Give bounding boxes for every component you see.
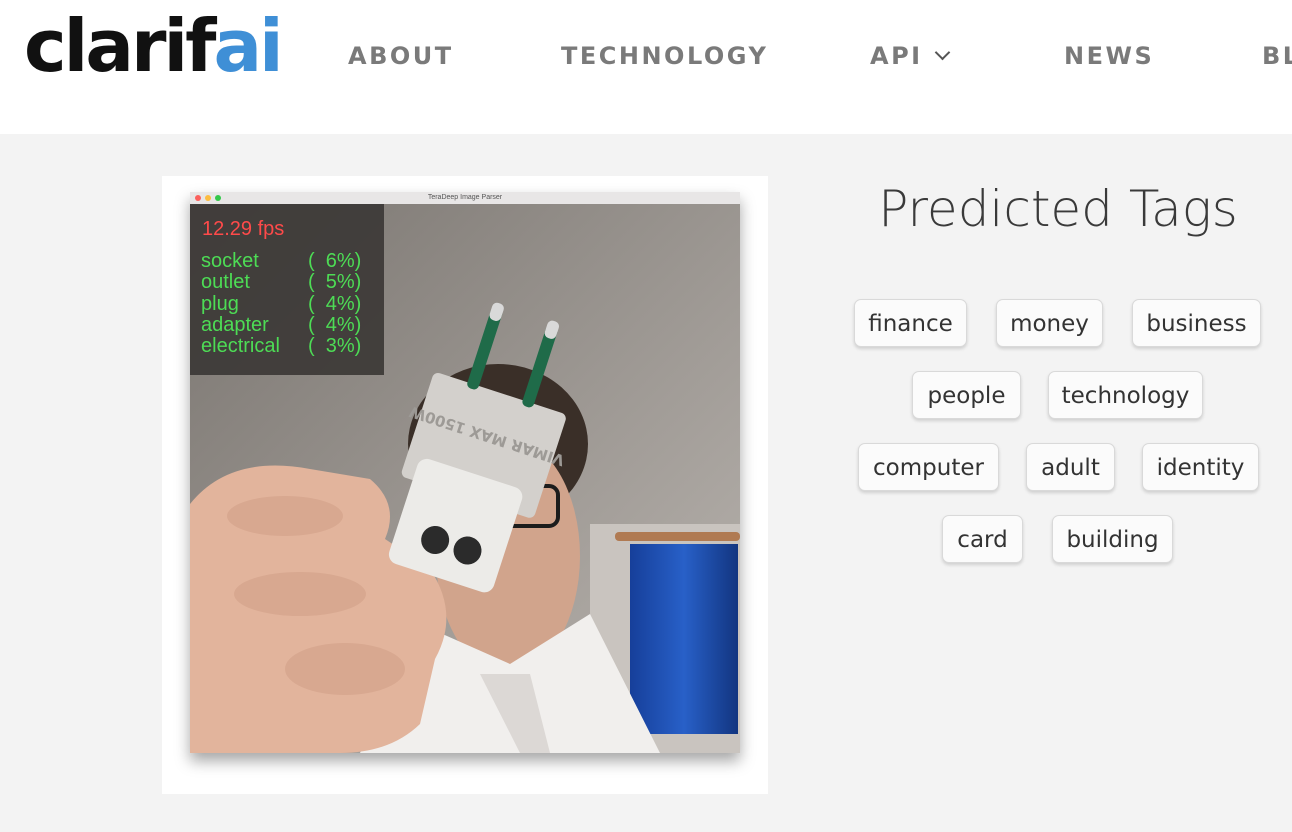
tag-business[interactable]: business bbox=[1132, 299, 1261, 347]
prediction-overlay: 12.29 fps socket ( 6%) outlet ( 5%) plug ( … bbox=[190, 204, 384, 375]
nav-blog[interactable]: BL bbox=[1262, 36, 1292, 76]
nav-api-label: API bbox=[870, 42, 923, 70]
prediction-pct: ( 5%) bbox=[308, 271, 362, 293]
prediction-label: outlet bbox=[201, 271, 250, 293]
nav-technology[interactable]: TECHNOLOGY bbox=[561, 36, 768, 76]
tag-computer[interactable]: computer bbox=[858, 443, 999, 491]
prediction-pct: ( 3%) bbox=[308, 335, 362, 357]
tag-building[interactable]: building bbox=[1052, 515, 1173, 563]
prediction-pct: ( 4%) bbox=[308, 293, 362, 315]
chevron-down-icon bbox=[934, 44, 950, 61]
teradeep-window: TeraDeep Image Parser VIMAR MAX 1500W 12… bbox=[190, 192, 740, 753]
fps-readout: 12.29 fps bbox=[202, 218, 285, 240]
prediction-label: electrical bbox=[201, 335, 280, 357]
nav-api[interactable]: API bbox=[870, 36, 950, 76]
prediction-pct: ( 6%) bbox=[308, 250, 362, 272]
tag-identity[interactable]: identity bbox=[1142, 443, 1259, 491]
site-header: clarifai ABOUT TECHNOLOGY API NEWS BL bbox=[0, 0, 1292, 134]
predicted-tags-title: Predicted Tags bbox=[878, 180, 1238, 238]
prediction-row: socket ( 6%) bbox=[201, 250, 361, 272]
prediction-label: socket bbox=[201, 250, 259, 272]
tag-technology[interactable]: technology bbox=[1048, 371, 1203, 419]
tag-money[interactable]: money bbox=[996, 299, 1103, 347]
tag-card[interactable]: card bbox=[942, 515, 1023, 563]
prediction-label: adapter bbox=[201, 314, 269, 336]
nav-about[interactable]: ABOUT bbox=[348, 36, 454, 76]
prediction-label: plug bbox=[201, 293, 239, 315]
logo-text-blue: ai bbox=[213, 4, 283, 88]
nav-news[interactable]: NEWS bbox=[1064, 36, 1154, 76]
prediction-row: outlet ( 5%) bbox=[201, 271, 361, 293]
tag-adult[interactable]: adult bbox=[1026, 443, 1115, 491]
tag-people[interactable]: people bbox=[912, 371, 1021, 419]
prediction-row: plug ( 4%) bbox=[201, 293, 361, 315]
prediction-pct: ( 4%) bbox=[308, 314, 362, 336]
logo-text-dark: clarif bbox=[24, 4, 216, 88]
prediction-row: adapter ( 4%) bbox=[201, 314, 361, 336]
clarifai-logo[interactable]: clarifai bbox=[24, 4, 284, 88]
prediction-row: electrical ( 3%) bbox=[201, 335, 361, 357]
window-title: TeraDeep Image Parser bbox=[427, 194, 503, 201]
tag-finance[interactable]: finance bbox=[854, 299, 967, 347]
